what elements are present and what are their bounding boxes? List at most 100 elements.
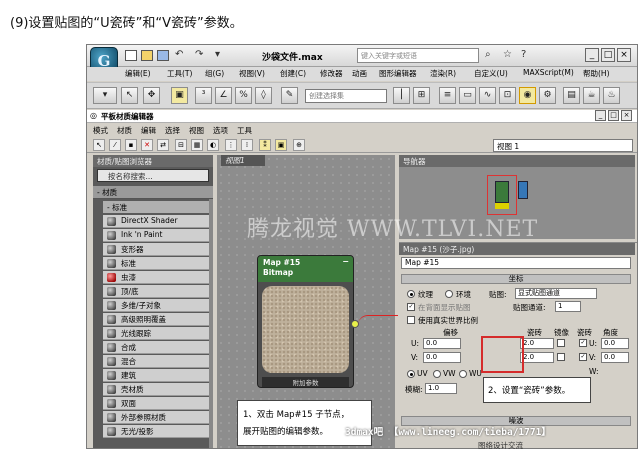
slate-menu-options[interactable]: 选项 [213,125,228,136]
new-file-icon[interactable] [125,50,137,61]
slate-maximize-button[interactable]: □ [608,110,619,121]
category-materials[interactable]: - 材质 [93,186,213,199]
open-folder-icon[interactable] [141,50,153,61]
slate-menu-select[interactable]: 选择 [165,125,180,136]
v-tile-checkbox[interactable]: ✓ [579,353,587,361]
slate-menu-material[interactable]: 材质 [117,125,132,136]
real-world-checkbox[interactable] [407,316,415,324]
quick-access-dropdown-icon[interactable]: ▾ [215,49,220,60]
search-input[interactable]: 键入关键字或短语 [357,48,479,63]
delete-icon[interactable]: ✕ [141,139,153,151]
snap-toggle-icon[interactable]: ³ [195,87,212,104]
redo-icon[interactable]: ↷ [195,49,203,60]
slate-menu-utilities[interactable]: 工具 [237,125,252,136]
material-item[interactable]: DirectX Shader [103,215,209,228]
material-item[interactable]: 合成 [103,341,209,354]
layout-children-icon[interactable]: ⁞ [241,139,253,151]
mirror-icon[interactable]: ⎮ [393,87,410,104]
view-tab[interactable]: 视图1 [221,155,265,166]
binoculars-icon[interactable]: ⌕ [485,49,491,60]
curve-editor-icon[interactable]: ∿ [479,87,496,104]
u-offset-spinner[interactable]: 0.0 [423,338,461,349]
map-name-field[interactable]: Map #15 [401,257,631,269]
undo-icon[interactable]: ↶ [175,49,183,60]
slate-menu-edit[interactable]: 编辑 [141,125,156,136]
maximize-button[interactable]: □ [601,48,615,62]
angle-snap-icon[interactable]: ∠ [215,87,232,104]
view-select-dropdown[interactable]: 视图 1 [493,139,633,152]
menu-edit[interactable]: 编辑(E) [125,68,151,79]
node-additional-params[interactable]: 附加参数 [262,377,349,387]
show-map-back-checkbox[interactable]: ✓ [407,303,415,311]
assign-material-icon[interactable]: ▪ [125,139,137,151]
move-children-icon[interactable]: ⇄ [157,139,169,151]
menu-group[interactable]: 组(G) [205,68,224,79]
material-item[interactable]: 高级照明覆盖 [103,313,209,326]
layout-all-icon[interactable]: ⋮ [225,139,237,151]
material-item[interactable]: 虫漆 [103,271,209,284]
save-icon[interactable] [157,50,169,61]
slate-menu-view[interactable]: 视图 [189,125,204,136]
graphite-toggle-icon[interactable]: ▭ [459,87,476,104]
help-icon[interactable]: ? [521,49,526,60]
mapping-dropdown[interactable]: 显式贴图通道 [515,288,597,299]
material-browser-toggle-icon[interactable]: ⁑ [259,139,271,151]
material-editor-icon[interactable]: ◉ [519,87,536,104]
material-item[interactable]: 无光/投影 [103,425,209,438]
menu-animation[interactable]: 动画 [352,68,367,79]
u-tiling-spinner[interactable]: 2.0 [520,338,554,349]
named-selection-set-dropdown[interactable]: 创建选择集 [305,89,387,103]
select-link-icon[interactable]: ↖ [121,87,138,104]
close-button[interactable]: × [617,48,631,62]
hide-unused-icon[interactable]: ⊟ [175,139,187,151]
render-iterative-icon[interactable]: ♨ [603,87,620,104]
browser-search-input[interactable]: 按名称搜索... [97,169,209,182]
material-item[interactable]: 外部参照材质 [103,411,209,424]
layer-manager-icon[interactable]: ≡ [439,87,456,104]
material-item[interactable]: 混合 [103,355,209,368]
selection-filter-dropdown[interactable]: ▾ [93,87,117,104]
material-item[interactable]: 建筑 [103,369,209,382]
edit-named-selection-icon[interactable]: ✎ [281,87,298,104]
rollout-coordinates[interactable]: 坐标 [401,274,631,284]
star-icon[interactable]: ☆ [503,49,512,60]
material-item[interactable]: 变形器 [103,243,209,256]
material-item[interactable]: 双面 [103,397,209,410]
render-setup-icon[interactable]: ⚙ [539,87,556,104]
u-mirror-checkbox[interactable] [557,339,565,347]
menu-help[interactable]: 帮助(H) [583,68,610,79]
v-angle-spinner[interactable]: 0.0 [601,352,629,363]
material-item[interactable]: 顶/底 [103,285,209,298]
menu-views[interactable]: 视图(V) [239,68,265,79]
wu-radio[interactable] [459,370,467,378]
map-channel-spinner[interactable]: 1 [555,301,581,312]
u-tile-checkbox[interactable]: ✓ [579,339,587,347]
texture-radio[interactable] [407,290,415,298]
show-map-icon[interactable]: ▦ [191,139,203,151]
slate-minimize-button[interactable]: _ [595,110,606,121]
vw-radio[interactable] [433,370,441,378]
align-icon[interactable]: ⊞ [413,87,430,104]
uv-radio[interactable] [407,370,415,378]
material-item[interactable]: 标准 [103,257,209,270]
slate-menu-modes[interactable]: 模式 [93,125,108,136]
material-item[interactable]: 多维/子对象 [103,299,209,312]
material-item[interactable]: 壳材质 [103,383,209,396]
percent-snap-icon[interactable]: % [235,87,252,104]
menu-create[interactable]: 创建(C) [280,68,306,79]
browser-scrollbar[interactable] [209,199,213,448]
menu-rendering[interactable]: 渲染(R) [430,68,456,79]
spinner-snap-icon[interactable]: ◊ [255,87,272,104]
blur-spinner[interactable]: 1.0 [425,383,457,394]
select-by-material-icon[interactable]: ⊕ [293,139,305,151]
node-collapse-icon[interactable]: − [342,257,349,267]
select-tool-icon[interactable]: ↖ [93,139,105,151]
slate-close-button[interactable]: × [621,110,632,121]
environ-radio[interactable] [445,290,453,298]
v-offset-spinner[interactable]: 0.0 [423,352,461,363]
material-item[interactable]: Ink 'n Paint [103,229,209,242]
menu-graph-editors[interactable]: 图形编辑器 [379,68,417,79]
v-tiling-spinner[interactable]: 2.0 [520,352,554,363]
material-item[interactable]: 光线跟踪 [103,327,209,340]
menu-maxscript[interactable]: MAXScript(M) [523,68,574,77]
